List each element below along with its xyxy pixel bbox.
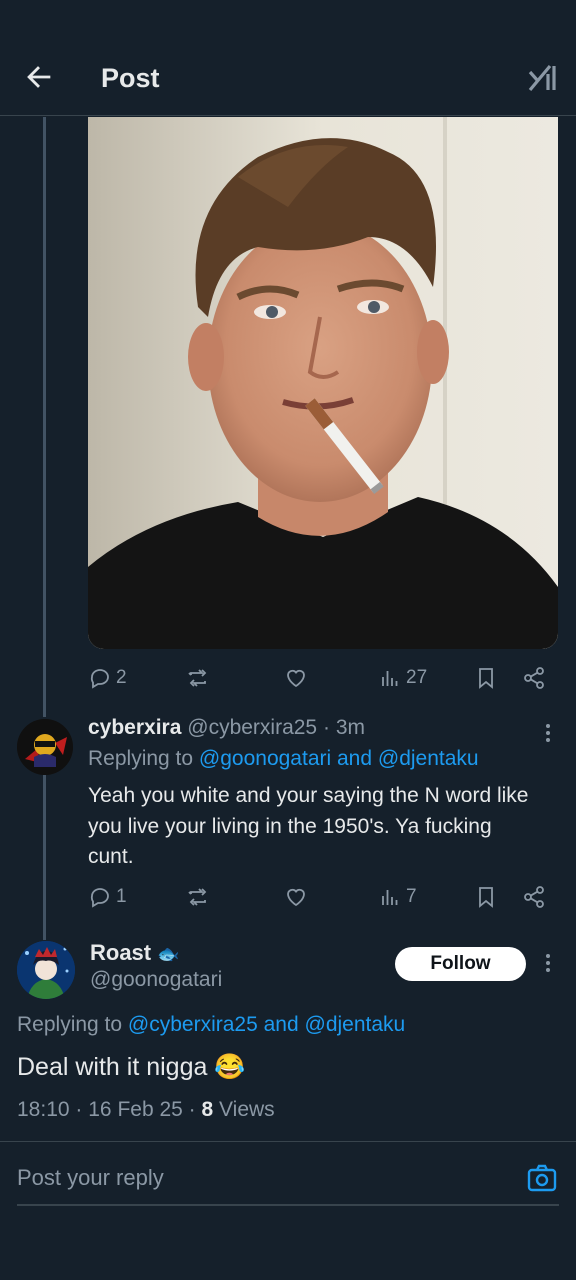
reply-icon [90,669,109,689]
display-name[interactable]: cyberxira [88,716,181,739]
reply-actions: 1 7 [88,882,558,912]
share-icon [524,667,544,689]
user-handle[interactable]: @cyberxira25 [187,716,317,739]
post-actions: 2 27 [88,663,558,693]
share-icon [524,886,544,908]
timestamp: 3m [335,716,365,739]
post-time: 18:10 [17,1098,70,1121]
bookmark-button[interactable] [474,663,498,693]
views-button[interactable]: 7 [378,882,417,912]
name-emoji: 🐟 [157,944,180,964]
reply-text: Yeah you white and your saying the N wor… [88,784,529,868]
views-button[interactable]: 27 [378,663,427,693]
reply-count: 1 [116,886,127,907]
others-link[interactable]: and [337,747,372,770]
avatar[interactable] [17,941,75,999]
top-bar: Post [0,0,576,116]
portrait-photo [88,117,558,649]
views-count: 8 [201,1098,214,1121]
analytics-icon [382,671,398,686]
repost-button[interactable] [186,882,210,912]
mention-link[interactable]: @cyberxira25 [128,1013,258,1036]
reply-icon [90,888,109,908]
replying-label: Replying to [88,747,194,770]
replying-label: Replying to [17,1013,123,1036]
thread-line [43,775,46,940]
divider [0,1141,576,1142]
heart-icon [287,888,305,907]
views-label[interactable]: Views [219,1098,275,1121]
post-date: 16 Feb 25 [88,1098,183,1121]
back-arrow-icon[interactable] [22,60,56,94]
others-link[interactable]: and [264,1013,299,1036]
bookmark-icon [479,887,493,908]
camera-icon[interactable] [526,1162,558,1194]
reply-count: 2 [116,667,127,688]
replying-to: Replying to @goonogatari and @djentaku [88,747,479,771]
repost-button[interactable] [186,663,210,693]
reply-button[interactable]: 1 [88,882,127,912]
bookmark-icon [479,668,493,689]
page-title: Post [101,63,160,93]
share-button[interactable] [522,882,546,912]
post-meta: 18:10 · 16 Feb 25 · 8 Views [17,1098,275,1122]
separator: · [322,716,330,739]
avatar-image [17,941,75,999]
repost-icon [188,888,207,906]
thread-line [43,117,46,717]
share-button[interactable] [522,663,546,693]
avatar-image [17,719,73,775]
post-photo[interactable] [88,117,558,649]
reply-button[interactable]: 2 [88,663,127,693]
reply-header: cyberxira @cyberxira25 · 3m [88,716,528,740]
avatar[interactable] [17,719,73,775]
display-name[interactable]: Roast [90,940,151,965]
post-text: Deal with it nigga 😂 [17,1053,246,1081]
user-handle[interactable]: @goonogatari [90,968,222,992]
views-count: 7 [406,886,417,907]
replying-to: Replying to @cyberxira25 and @djentaku [17,1013,405,1037]
views-count: 27 [406,667,428,688]
more-options-icon[interactable] [538,720,558,748]
like-button[interactable] [284,663,308,693]
separator: · [75,1098,83,1121]
separator: · [188,1098,196,1121]
repost-icon [188,669,207,687]
follow-button[interactable]: Follow [395,947,526,981]
bookmark-button[interactable] [474,882,498,912]
reply-underline [17,1204,559,1206]
mention-link[interactable]: @goonogatari [199,747,331,770]
heart-icon [287,669,305,688]
analytics-icon [382,890,398,905]
author-name-row: Roast 🐟 [90,940,180,966]
mention-link[interactable]: @djentaku [305,1013,406,1036]
like-button[interactable] [284,882,308,912]
mention-link[interactable]: @djentaku [378,747,479,770]
grok-icon[interactable] [524,60,558,94]
reply-input[interactable]: Post your reply [17,1165,164,1191]
more-options-icon[interactable] [538,950,558,978]
